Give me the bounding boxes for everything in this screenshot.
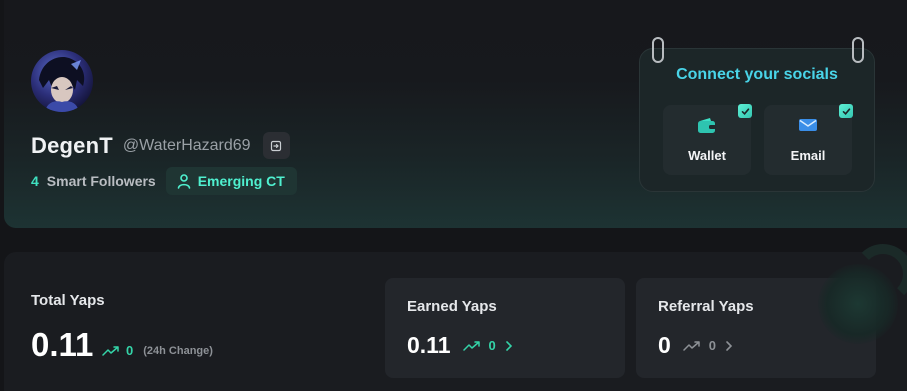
trend-up-icon	[683, 340, 700, 351]
tier-badge[interactable]: Emerging CT	[165, 167, 297, 195]
total-yaps-change-label: (24h Change)	[143, 344, 213, 357]
email-label: Email	[790, 148, 826, 163]
total-yaps-change-value: 0	[126, 343, 134, 358]
avatar-image	[39, 56, 85, 112]
wallet-label: Wallet	[688, 148, 726, 163]
total-yaps-label: Total Yaps	[31, 292, 105, 309]
earned-yaps-card[interactable]: Earned Yaps 0.11 0	[385, 278, 625, 378]
stats-row: 4 Smart Followers Emerging CT	[31, 167, 297, 195]
avatar[interactable]	[31, 50, 93, 112]
total-yaps-change: 0 (24h Change)	[102, 343, 213, 358]
trend-up-icon	[102, 345, 119, 356]
chevron-right-icon[interactable]	[504, 340, 514, 352]
email-connected-check	[839, 104, 853, 118]
decorative-arc	[853, 244, 907, 304]
referral-yaps-row: 0 0	[658, 332, 734, 359]
wallet-tile[interactable]: Wallet	[663, 104, 752, 175]
logout-icon	[270, 140, 282, 151]
user-handle: @WaterHazard69	[122, 136, 251, 154]
smart-followers-label[interactable]: Smart Followers	[47, 173, 156, 189]
smart-followers-count: 4	[31, 173, 39, 189]
name-row: DegenT @WaterHazard69	[31, 132, 290, 159]
email-icon	[798, 117, 818, 138]
logout-button[interactable]	[262, 132, 290, 159]
tier-badge-label: Emerging CT	[197, 173, 285, 189]
earned-yaps-value: 0.11	[407, 332, 451, 358]
earned-yaps-row: 0.11 0	[407, 332, 514, 359]
binder-ring-left	[652, 37, 664, 63]
earned-yaps-change: 0	[488, 338, 496, 353]
chevron-right-icon[interactable]	[724, 340, 734, 352]
wallet-icon	[697, 117, 717, 140]
referral-yaps-change: 0	[708, 338, 717, 353]
wallet-connected-check	[738, 104, 752, 118]
total-yaps-value: 0.11	[31, 326, 94, 363]
binder-ring-right	[852, 37, 864, 63]
connect-socials-title: Connect your socials	[676, 66, 838, 83]
connect-socials-panel: Connect your socials Wallet Email	[639, 37, 875, 192]
email-tile[interactable]: Email	[764, 104, 853, 175]
yaps-card: Total Yaps 0.11 0 (24h Change) Earned Ya…	[4, 252, 907, 391]
referral-yaps-label: Referral Yaps	[658, 298, 754, 315]
display-name: DegenT	[31, 132, 113, 158]
earned-yaps-label: Earned Yaps	[407, 298, 497, 315]
referral-yaps-value: 0	[658, 332, 671, 358]
trend-up-icon	[462, 340, 480, 351]
user-icon	[177, 174, 191, 189]
